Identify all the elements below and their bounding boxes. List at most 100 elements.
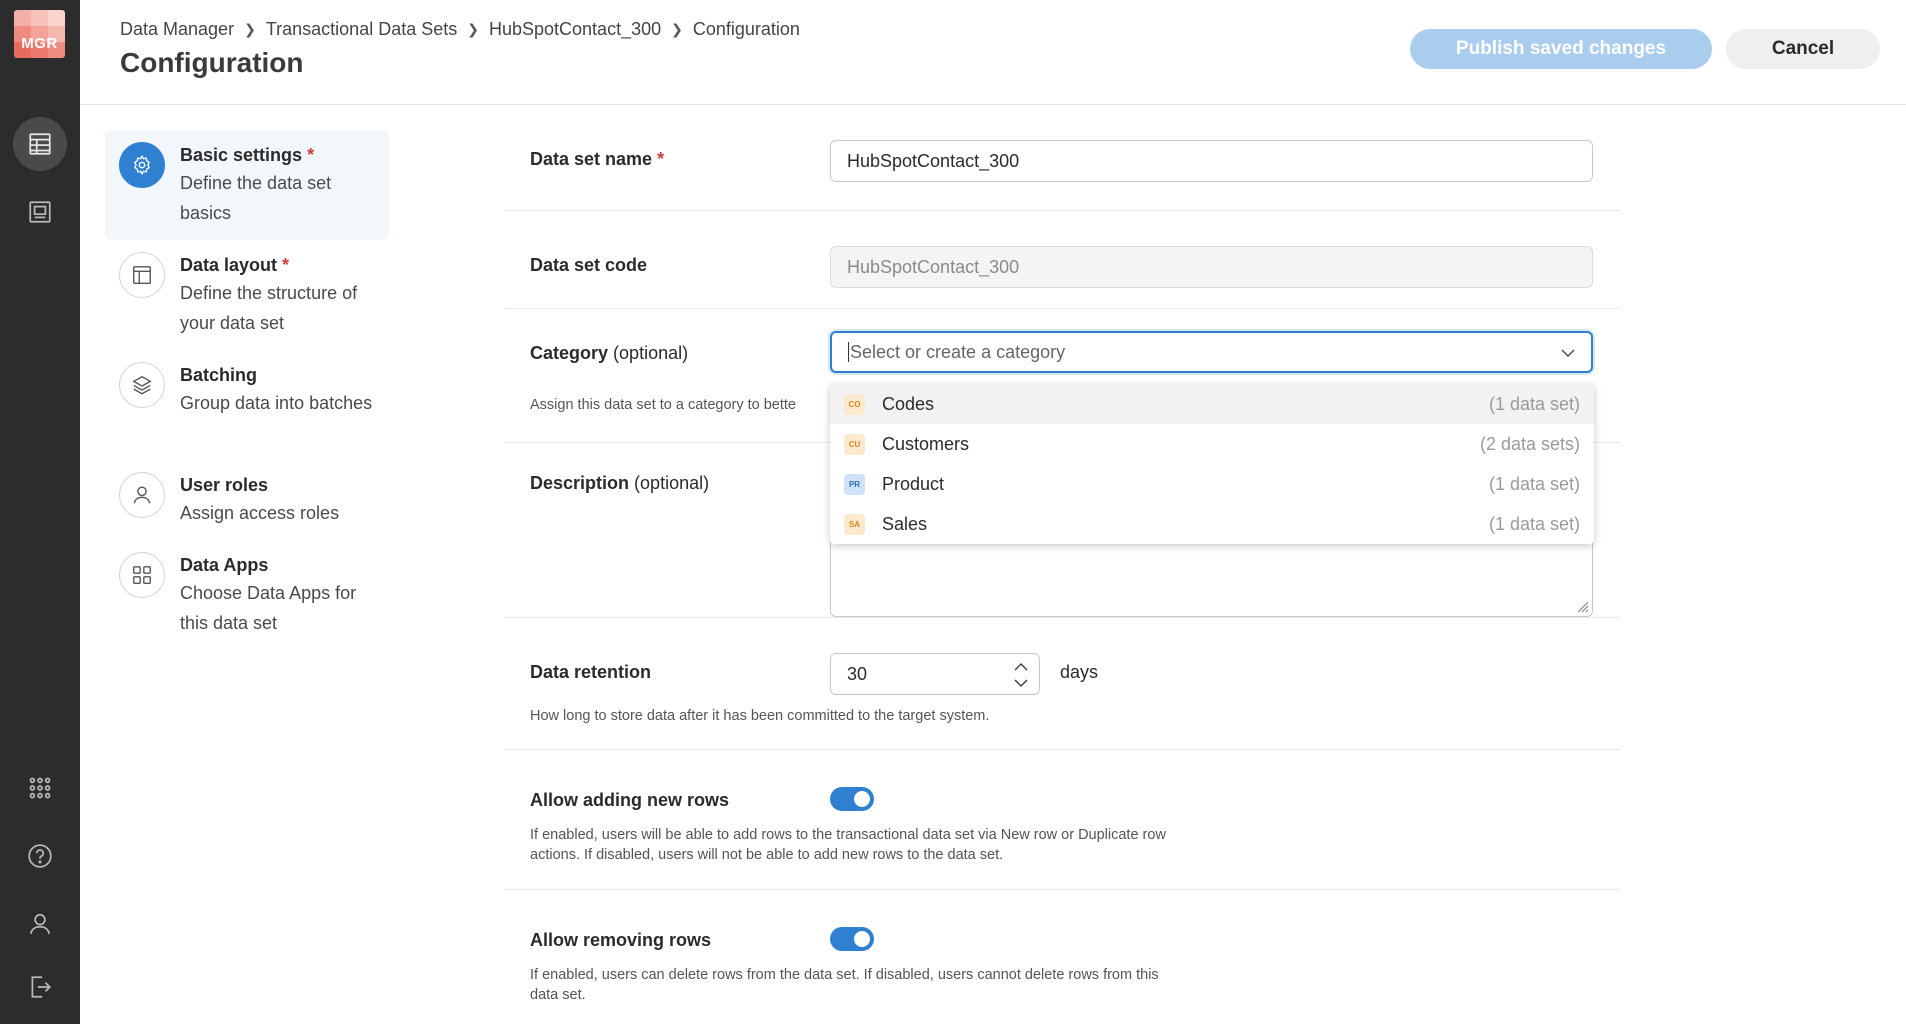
allow-removing-rows-toggle[interactable] — [830, 927, 874, 951]
spinner-arrows-icon[interactable] — [1013, 660, 1029, 690]
step-title-text: Batching — [180, 365, 258, 385]
description-label: Description (optional) — [530, 473, 709, 494]
option-count: (1 data set) — [1488, 513, 1580, 534]
chevron-right-icon: ❯ — [467, 21, 479, 37]
category-option-customers[interactable]: CU Customers (2 data sets) — [830, 424, 1594, 464]
required-marker: * — [307, 145, 315, 165]
rail-apps-button[interactable] — [13, 761, 67, 815]
row-allow-adding-rows: Allow adding new rows If enabled, users … — [505, 750, 1620, 890]
option-label: Product — [882, 473, 945, 494]
rail-logout-button[interactable] — [13, 960, 67, 1014]
rail-reports-button[interactable] — [13, 185, 67, 239]
step-user-roles[interactable]: User roles Assign access roles — [105, 460, 389, 540]
rail-profile-button[interactable] — [13, 897, 67, 951]
rail-help-button[interactable] — [13, 829, 67, 883]
breadcrumb-data-manager[interactable]: Data Manager — [120, 19, 234, 40]
logout-icon — [31, 976, 51, 998]
publish-saved-changes-button[interactable]: Publish saved changes — [1410, 29, 1712, 69]
page-header: Data Manager ❯ Transactional Data Sets ❯… — [80, 0, 1906, 105]
row-data-retention: Data retention 30 days How long to store… — [505, 618, 1620, 750]
resize-grip-icon[interactable] — [1575, 599, 1589, 613]
step-data-layout[interactable]: Data layout * Define the structure of yo… — [105, 240, 389, 350]
allow-adding-rows-hint: If enabled, users will be able to add ro… — [530, 825, 1166, 865]
label-text: Description — [530, 473, 630, 493]
data-set-name-label: Data set name * — [530, 149, 664, 170]
steps-nav: Basic settings * Define the data set bas… — [105, 130, 389, 650]
layers-icon — [132, 375, 152, 395]
step-icon — [119, 252, 165, 298]
breadcrumb: Data Manager ❯ Transactional Data Sets ❯… — [120, 19, 800, 40]
step-icon — [119, 552, 165, 598]
step-title: Data layout * — [180, 252, 389, 278]
label-text: Category — [530, 343, 609, 363]
user-icon — [29, 913, 51, 934]
breadcrumb-transactional-data-sets[interactable]: Transactional Data Sets — [266, 19, 457, 40]
rail-data-sets-button[interactable] — [13, 117, 67, 171]
option-count: (1 data set) — [1488, 393, 1580, 414]
step-description: Define the data set basics — [180, 173, 332, 223]
row-allow-removing-rows: Allow removing rows If enabled, users ca… — [505, 890, 1620, 1030]
category-option-sales[interactable]: SA Sales (1 data set) — [830, 504, 1594, 544]
hint-line: data set. — [530, 987, 586, 1003]
step-title-text: Data layout — [180, 255, 278, 275]
step-batching[interactable]: Batching Group data into batches — [105, 350, 389, 460]
step-title: Batching — [180, 362, 389, 388]
apps-grid-icon — [29, 777, 51, 799]
allow-removing-rows-hint: If enabled, users can delete rows from t… — [530, 965, 1159, 1005]
step-title: Data Apps — [180, 552, 389, 578]
data-set-name-input[interactable]: HubSpotContact_300 — [830, 140, 1593, 182]
step-title-text: User roles — [180, 475, 269, 495]
cancel-button[interactable]: Cancel — [1726, 29, 1880, 69]
retention-unit: days — [1060, 662, 1099, 682]
option-label: Sales — [882, 513, 928, 534]
chevron-down-icon[interactable] — [1559, 344, 1577, 362]
reports-icon — [29, 201, 51, 223]
chevron-right-icon: ❯ — [671, 21, 683, 37]
text-caret — [848, 342, 849, 362]
category-label: Category (optional) — [530, 343, 688, 364]
row-data-set-code: Data set code HubSpotContact_300 — [505, 211, 1620, 309]
category-badge: PR — [844, 473, 865, 495]
allow-adding-rows-toggle[interactable] — [830, 787, 874, 811]
data-set-code-input: HubSpotContact_300 — [830, 246, 1593, 288]
data-sets-icon — [29, 133, 51, 155]
breadcrumb-data-set[interactable]: HubSpotContact_300 — [489, 19, 661, 40]
basic-settings-form: Data set name * HubSpotContact_300 Data … — [505, 105, 1620, 1030]
optional-text: (optional) — [613, 343, 689, 363]
step-icon — [119, 142, 165, 188]
category-placeholder: Select or create a category — [850, 341, 1066, 362]
gear-icon — [133, 154, 151, 176]
step-description: Choose Data Apps for this data set — [180, 583, 357, 633]
category-badge: CU — [844, 433, 865, 455]
category-option-product[interactable]: PR Product (1 data set) — [830, 464, 1594, 504]
step-description: Group data into batches — [180, 393, 373, 413]
data-retention-input[interactable]: 30 — [830, 653, 1040, 695]
data-set-code-label: Data set code — [530, 255, 648, 275]
step-title-text: Basic settings — [180, 145, 303, 165]
option-count: (2 data sets) — [1479, 433, 1580, 454]
allow-removing-rows-label: Allow removing rows — [530, 930, 712, 950]
step-data-apps[interactable]: Data Apps Choose Data Apps for this data… — [105, 540, 389, 650]
category-dropdown: CO Codes (1 data set) CU Customers (2 da… — [830, 384, 1594, 544]
option-label: Customers — [882, 433, 970, 454]
category-badge: CO — [844, 393, 865, 415]
data-retention-label: Data retention — [530, 662, 652, 682]
user-icon — [133, 486, 151, 504]
option-count: (1 data set) — [1488, 473, 1580, 494]
step-description: Assign access roles — [180, 503, 340, 523]
chevron-right-icon: ❯ — [244, 21, 256, 37]
category-select[interactable]: Select or create a category — [830, 331, 1593, 373]
step-basic-settings[interactable]: Basic settings * Define the data set bas… — [105, 130, 389, 240]
category-badge: SA — [844, 513, 865, 535]
category-option-codes[interactable]: CO Codes (1 data set) — [830, 384, 1594, 424]
input-value: 30 — [847, 663, 868, 684]
step-icon — [119, 362, 165, 408]
app-logo[interactable]: MGR — [14, 10, 65, 58]
apps-icon — [133, 566, 151, 584]
app-rail: MGR — [0, 0, 80, 1024]
step-description: Define the structure of your data set — [180, 283, 358, 333]
hint-line: If enabled, users can delete rows from t… — [530, 967, 1159, 983]
hint-line: If enabled, users will be able to add ro… — [530, 827, 1166, 843]
retention-hint: How long to store data after it has been… — [530, 708, 990, 724]
page-title: Configuration — [120, 47, 304, 78]
